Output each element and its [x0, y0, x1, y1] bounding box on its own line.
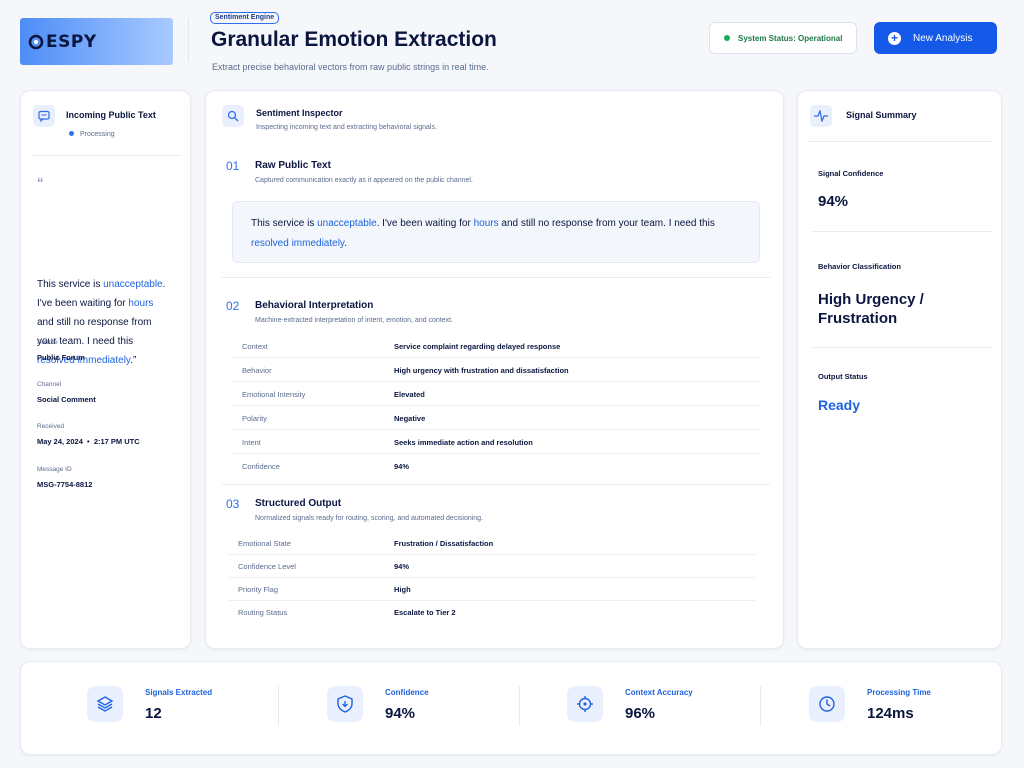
processing-status: Processing	[69, 131, 115, 138]
plus-icon: +	[888, 31, 901, 45]
section-raw-title: Raw Public Text	[255, 160, 331, 171]
meta-channel-label: Channel	[37, 381, 62, 388]
stats-divider	[278, 686, 279, 726]
stat-confidence: Confidence 94%	[327, 686, 429, 722]
message-icon	[33, 105, 55, 127]
meta-source-label: Source	[37, 339, 58, 346]
system-status-text: System Status: Operational	[738, 33, 843, 43]
stat-context-label: Context Accuracy	[625, 688, 693, 697]
table-row: Polarity Negative	[232, 406, 760, 430]
stat-context-accuracy: Context Accuracy 96%	[567, 686, 693, 722]
table-row: Intent Seeks immediate action and resolut…	[232, 430, 760, 454]
summary-divider-1	[812, 231, 992, 232]
stats-bar: Signals Extracted 12 Confidence 94% Cont…	[20, 661, 1002, 755]
meta-received-label: Received	[37, 423, 65, 430]
stat-signals: Signals Extracted 12	[87, 686, 212, 722]
quote-mark-icon: “	[37, 175, 44, 190]
stat-processing-value: 124ms	[867, 705, 914, 722]
stat-confidence-value: 94%	[385, 705, 416, 722]
table-row: Confidence Level 94%	[228, 554, 756, 578]
meta-id-value: MSG-7754-8812	[37, 480, 93, 489]
shield-icon	[327, 686, 363, 722]
stats-divider	[760, 686, 761, 726]
table-row: Emotional State Frustration / Dissatisfac…	[228, 531, 756, 555]
brand-name: ESPY	[46, 31, 97, 52]
new-analysis-button[interactable]: + New Analysis	[874, 22, 997, 54]
summary-divider-2	[812, 347, 992, 348]
new-analysis-label: New Analysis	[913, 32, 973, 44]
section-divider-2	[222, 484, 770, 485]
output-status-label: Output Status	[818, 372, 868, 381]
raw-text-box: This service is unacceptable. I've been …	[232, 201, 760, 263]
status-dot-icon	[724, 35, 730, 41]
section-output-subtitle: Normalized signals ready for routing, sc…	[255, 515, 484, 522]
section-divider-1	[222, 277, 770, 278]
table-row: Emotional Intensity Elevated	[232, 382, 760, 406]
table-row: Priority Flag High	[228, 577, 756, 601]
summary-title: Signal Summary	[846, 110, 917, 120]
inspector-title: Sentiment Inspector	[256, 108, 343, 118]
table-row: Confidence 94%	[242, 462, 410, 471]
page-subtitle: Extract precise behavioral vectors from …	[212, 62, 489, 72]
stat-processing-label: Processing Time	[867, 688, 931, 697]
inspector-subtitle: Inspecting incoming text and extracting …	[256, 124, 437, 131]
logo-mark-icon	[28, 34, 44, 49]
incoming-divider	[31, 155, 181, 156]
target-icon	[567, 686, 603, 722]
section-output-title: Structured Output	[255, 498, 342, 509]
header-divider	[188, 18, 189, 62]
behavior-classification-label: Behavior Classification	[818, 262, 901, 271]
behavior-classification-value: High Urgency / Frustration	[818, 291, 924, 327]
page-title: Granular Emotion Extraction	[211, 28, 497, 51]
table-row: Behavior High urgency with frustration an…	[232, 358, 760, 382]
stat-signals-value: 12	[145, 705, 162, 722]
summary-divider-0	[808, 141, 992, 142]
pulse-icon	[810, 105, 832, 127]
signal-confidence-value: 94%	[818, 193, 849, 210]
section-interp-title: Behavioral Interpretation	[255, 300, 374, 311]
signal-confidence-label: Signal Confidence	[818, 169, 884, 178]
layers-icon	[87, 686, 123, 722]
output-status-value: Ready	[818, 397, 861, 413]
stat-signals-label: Signals Extracted	[145, 688, 213, 697]
meta-received-value: May 24, 2024 • 2:17 PM UTC	[37, 437, 140, 446]
stat-context-value: 96%	[625, 705, 656, 722]
meta-channel-value: Social Comment	[37, 395, 96, 404]
section-03-number: 03	[226, 497, 240, 511]
engine-badge: Sentiment Engine	[210, 12, 280, 24]
clock-icon	[809, 686, 845, 722]
table-row: Context Service complaint regarding delay…	[232, 334, 760, 358]
section-01-number: 01	[226, 159, 240, 173]
meta-id-label: Message ID	[37, 466, 72, 473]
stat-confidence-label: Confidence	[385, 688, 429, 697]
inspect-search-icon	[222, 105, 244, 127]
section-raw-subtitle: Captured communication exactly as it app…	[255, 177, 473, 184]
signal-summary-card: Signal Summary Signal Confidence 94% Beh…	[797, 90, 1002, 649]
stat-processing-time: Processing Time 124ms	[809, 686, 931, 722]
section-02-number: 02	[226, 299, 240, 313]
stats-divider	[519, 686, 520, 726]
incoming-text-card: Incoming Public Text Processing “ This s…	[20, 90, 191, 649]
table-row: Routing Status Escalate to Tier 2	[238, 608, 456, 617]
meta-source-value: Public Forum	[37, 353, 85, 362]
sentiment-inspector-card: Sentiment Inspector Inspecting incoming …	[205, 90, 784, 649]
incoming-title: Incoming Public Text	[66, 110, 156, 120]
system-status-badge: System Status: Operational	[709, 22, 857, 54]
processing-dot-icon	[69, 131, 74, 136]
brand-logo[interactable]: ESPY	[20, 18, 173, 65]
section-interp-subtitle: Machine-extracted interpretation of inte…	[255, 317, 454, 324]
